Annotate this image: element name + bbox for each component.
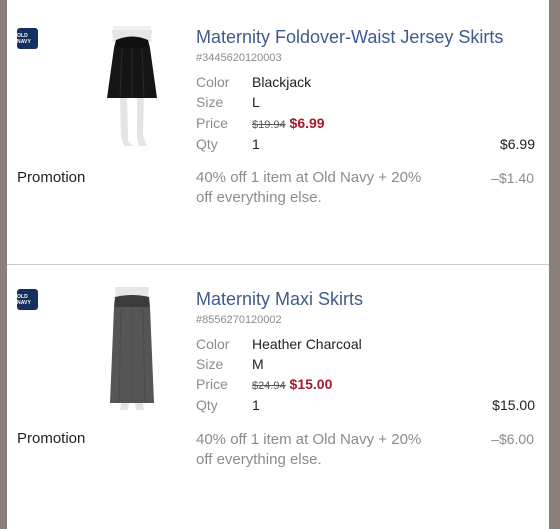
line-total: $6.99 — [499, 136, 535, 152]
promotion-label: Promotion — [17, 169, 86, 186]
price-label: Price — [196, 376, 228, 392]
size-value: L — [252, 94, 260, 110]
original-price: $24.94 — [252, 380, 286, 392]
old-navy-logo-icon: OLD NAVY — [17, 28, 38, 49]
color-label: Color — [196, 74, 230, 90]
product-name-link[interactable]: Maternity Maxi Skirts — [196, 289, 363, 310]
product-sku: #3445620120003 — [196, 52, 282, 64]
promotion-text: 40% off 1 item at Old Navy + 20% off eve… — [196, 169, 422, 206]
color-value: Blackjack — [252, 74, 312, 90]
cart-item: OLD NAVY Maternity Foldover-Waist Jersey… — [7, 0, 549, 264]
size-label: Size — [196, 356, 224, 372]
product-name-link[interactable]: Maternity Foldover-Waist Jersey Skirts — [196, 27, 503, 48]
color-value: Heather Charcoal — [252, 336, 362, 352]
line-total: $15.00 — [492, 397, 535, 413]
qty-value: 1 — [252, 136, 260, 152]
cart-item: OLD NAVY Maternity Maxi Skirts #85562701… — [7, 265, 549, 529]
original-price: $19.94 — [252, 119, 286, 131]
qty-value: 1 — [252, 397, 260, 413]
black-skirt-image[interactable] — [102, 26, 162, 148]
price-value: $19.94 $6.99 — [252, 115, 325, 131]
window-frame-left — [0, 0, 7, 529]
size-value: M — [252, 356, 264, 372]
color-label: Color — [196, 336, 230, 352]
sale-price: $6.99 — [289, 115, 325, 131]
sale-price: $15.00 — [289, 376, 333, 392]
price-label: Price — [196, 115, 228, 131]
old-navy-logo-icon: OLD NAVY — [17, 289, 38, 310]
promotion-text: 40% off 1 item at Old Navy + 20% off eve… — [196, 431, 422, 468]
promotion-amount: –$1.40 — [491, 170, 534, 186]
promotion-amount: –$6.00 — [491, 431, 534, 447]
price-value: $24.94 $15.00 — [252, 376, 332, 392]
product-sku: #8556270120002 — [196, 314, 282, 326]
qty-label: Qty — [196, 397, 218, 413]
qty-label: Qty — [196, 136, 218, 152]
promotion-label: Promotion — [17, 430, 86, 447]
size-label: Size — [196, 94, 224, 110]
window-frame-right — [549, 0, 560, 529]
charcoal-maxi-skirt-image[interactable] — [107, 287, 157, 413]
